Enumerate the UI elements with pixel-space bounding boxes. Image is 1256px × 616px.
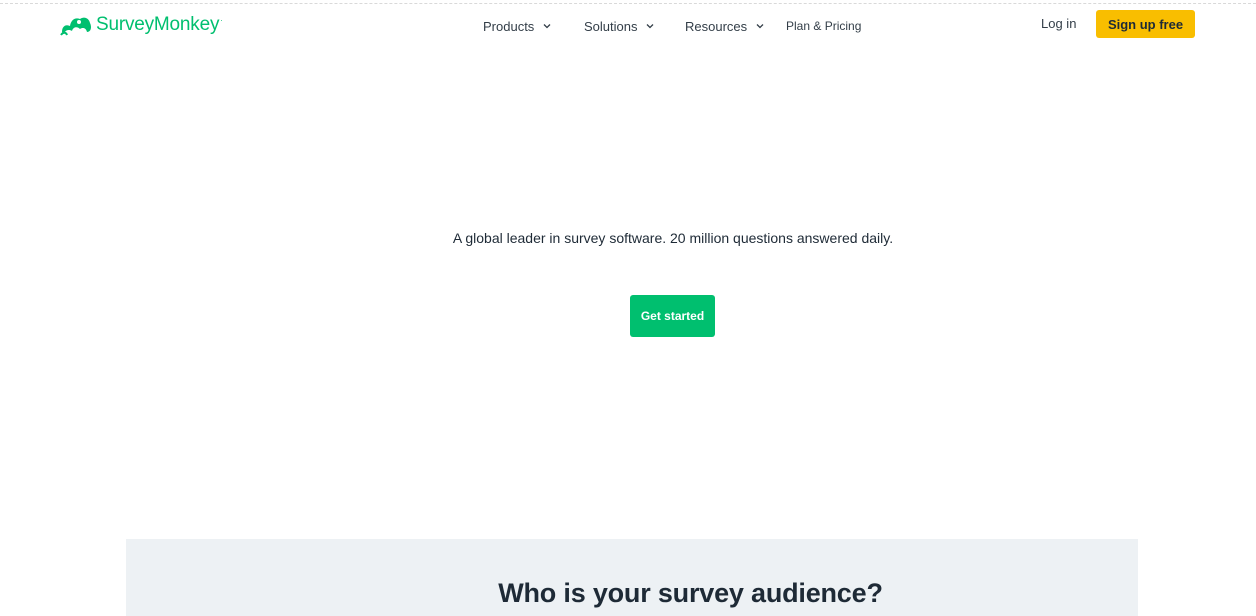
- monkey-logo-icon: [60, 17, 91, 36]
- nav-solutions[interactable]: Solutions: [584, 17, 654, 35]
- signup-button[interactable]: Sign up free: [1096, 10, 1195, 38]
- brand-name: SurveyMonkey: [96, 14, 220, 35]
- chevron-down-icon: [543, 23, 551, 28]
- brand-logo[interactable]: SurveyMonkey ·: [59, 11, 223, 39]
- nav-solutions-label: Solutions: [584, 18, 638, 34]
- audience-heading: Who is your survey audience?: [498, 578, 883, 608]
- nav-plan-pricing[interactable]: Plan & Pricing: [786, 17, 861, 35]
- page: SurveyMonkey · Products Solutions Resour…: [0, 0, 1256, 616]
- nav-resources-label: Resources: [685, 18, 748, 34]
- login-link[interactable]: Log in: [1041, 16, 1076, 31]
- brand-trademark: ·: [220, 16, 223, 25]
- get-started-button[interactable]: Get started: [630, 295, 715, 337]
- nav-resources[interactable]: Resources: [685, 17, 764, 35]
- chevron-down-icon: [756, 23, 764, 28]
- hero-tagline: A global leader in survey software. 20 m…: [452, 230, 894, 246]
- nav-products[interactable]: Products: [483, 17, 551, 35]
- top-navigation: SurveyMonkey · Products Solutions Resour…: [0, 4, 1256, 48]
- nav-plan-pricing-label: Plan & Pricing: [786, 19, 862, 33]
- chevron-down-icon: [647, 23, 654, 28]
- nav-products-label: Products: [483, 18, 535, 34]
